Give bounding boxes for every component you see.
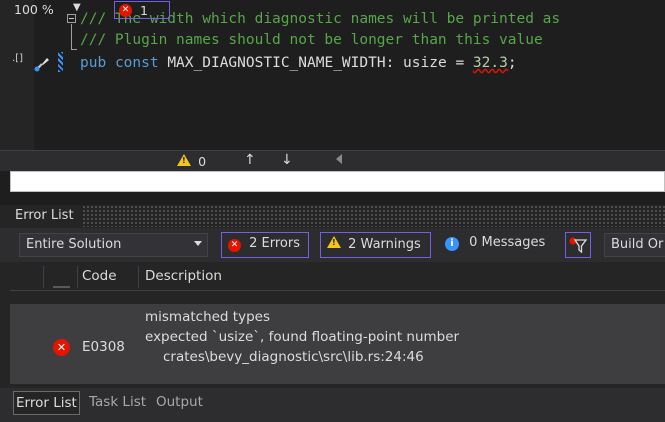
header-sort-glyph: [53, 286, 70, 288]
column-separator[interactable]: [138, 266, 139, 288]
const-name: MAX_DIAGNOSTIC_NAME_WIDTH: [167, 55, 386, 71]
pane-title-grip[interactable]: [82, 205, 665, 227]
semicolon: ;: [507, 55, 517, 71]
zoom-dropdown-icon[interactable]: ▼: [73, 2, 81, 13]
column-separator[interactable]: [43, 266, 44, 288]
fold-guide-end: [71, 49, 77, 50]
row-file-location[interactable]: crates\bevy_diagnostic\src\lib.rs:24:46: [163, 349, 424, 365]
equals: =: [455, 55, 465, 71]
tab-output[interactable]: Output: [156, 394, 203, 410]
code-line-2: /// Plugin names should not be longer th…: [80, 32, 543, 48]
error-icon: ✕: [228, 239, 241, 252]
row-code: E0308: [82, 339, 125, 355]
margin-glyph: .[]: [12, 53, 23, 64]
change-indicator: [58, 52, 63, 72]
warning-count-button[interactable]: ! 0: [177, 154, 206, 170]
build-label: Build Or: [611, 237, 664, 252]
column-header-description[interactable]: Description: [145, 268, 222, 284]
fold-guide: [71, 24, 72, 50]
keyword-pub: pub: [80, 55, 107, 71]
colon: :: [385, 55, 395, 71]
tab-task-list[interactable]: Task List: [89, 394, 146, 410]
quick-actions-brush-icon[interactable]: [33, 55, 51, 77]
column-separator[interactable]: [77, 266, 78, 288]
filter-funnel-icon[interactable]: [565, 232, 591, 258]
errors-filter-button[interactable]: ✕ 2 Errors: [221, 232, 309, 258]
warning-icon: !: [327, 236, 341, 248]
column-header-code[interactable]: Code: [82, 268, 117, 284]
warning-icon: !: [177, 154, 191, 166]
type-usize: usize: [403, 55, 447, 71]
chevron-down-icon[interactable]: [194, 241, 202, 246]
warnings-filter-button[interactable]: ! 2 Warnings: [320, 232, 431, 258]
error-squiggle-value[interactable]: 32.3: [473, 55, 508, 71]
error-icon: ✕: [119, 4, 132, 17]
code-line-3: pub const MAX_DIAGNOSTIC_NAME_WIDTH: usi…: [80, 53, 517, 73]
next-issue-arrow-icon[interactable]: ↓: [281, 152, 293, 168]
error-count-button[interactable]: ✕ 1: [114, 1, 170, 19]
messages-label: 0 Messages: [469, 235, 546, 250]
row-description-title: mismatched types: [145, 309, 270, 325]
editor-margin: [0, 0, 34, 150]
horizontal-scrollbar[interactable]: [10, 171, 665, 192]
scroll-left-icon[interactable]: [336, 154, 342, 164]
error-icon: ✕: [53, 339, 70, 356]
row-description-detail: expected `usize`, found floating-point n…: [145, 329, 460, 345]
scope-dropdown[interactable]: Entire Solution: [19, 233, 208, 257]
build-intellisense-dropdown[interactable]: Build Or: [604, 233, 665, 257]
keyword-const: const: [114, 55, 159, 71]
errors-label: 2 Errors: [249, 236, 301, 251]
tab-error-list[interactable]: Error List: [13, 391, 80, 415]
pane-title: Error List: [15, 208, 74, 223]
editor-status-bar: [0, 150, 665, 171]
info-icon: i: [445, 237, 459, 251]
collapse-region-icon[interactable]: [67, 14, 76, 23]
error-count: 1: [140, 3, 148, 18]
messages-filter-button[interactable]: i 0 Messages: [439, 232, 557, 258]
warnings-label: 2 Warnings: [348, 237, 421, 252]
zoom-level[interactable]: 100 %: [14, 2, 54, 17]
previous-issue-arrow-icon[interactable]: ↑: [244, 152, 256, 168]
warning-count: 0: [198, 154, 207, 169]
scope-value: Entire Solution: [26, 237, 122, 252]
